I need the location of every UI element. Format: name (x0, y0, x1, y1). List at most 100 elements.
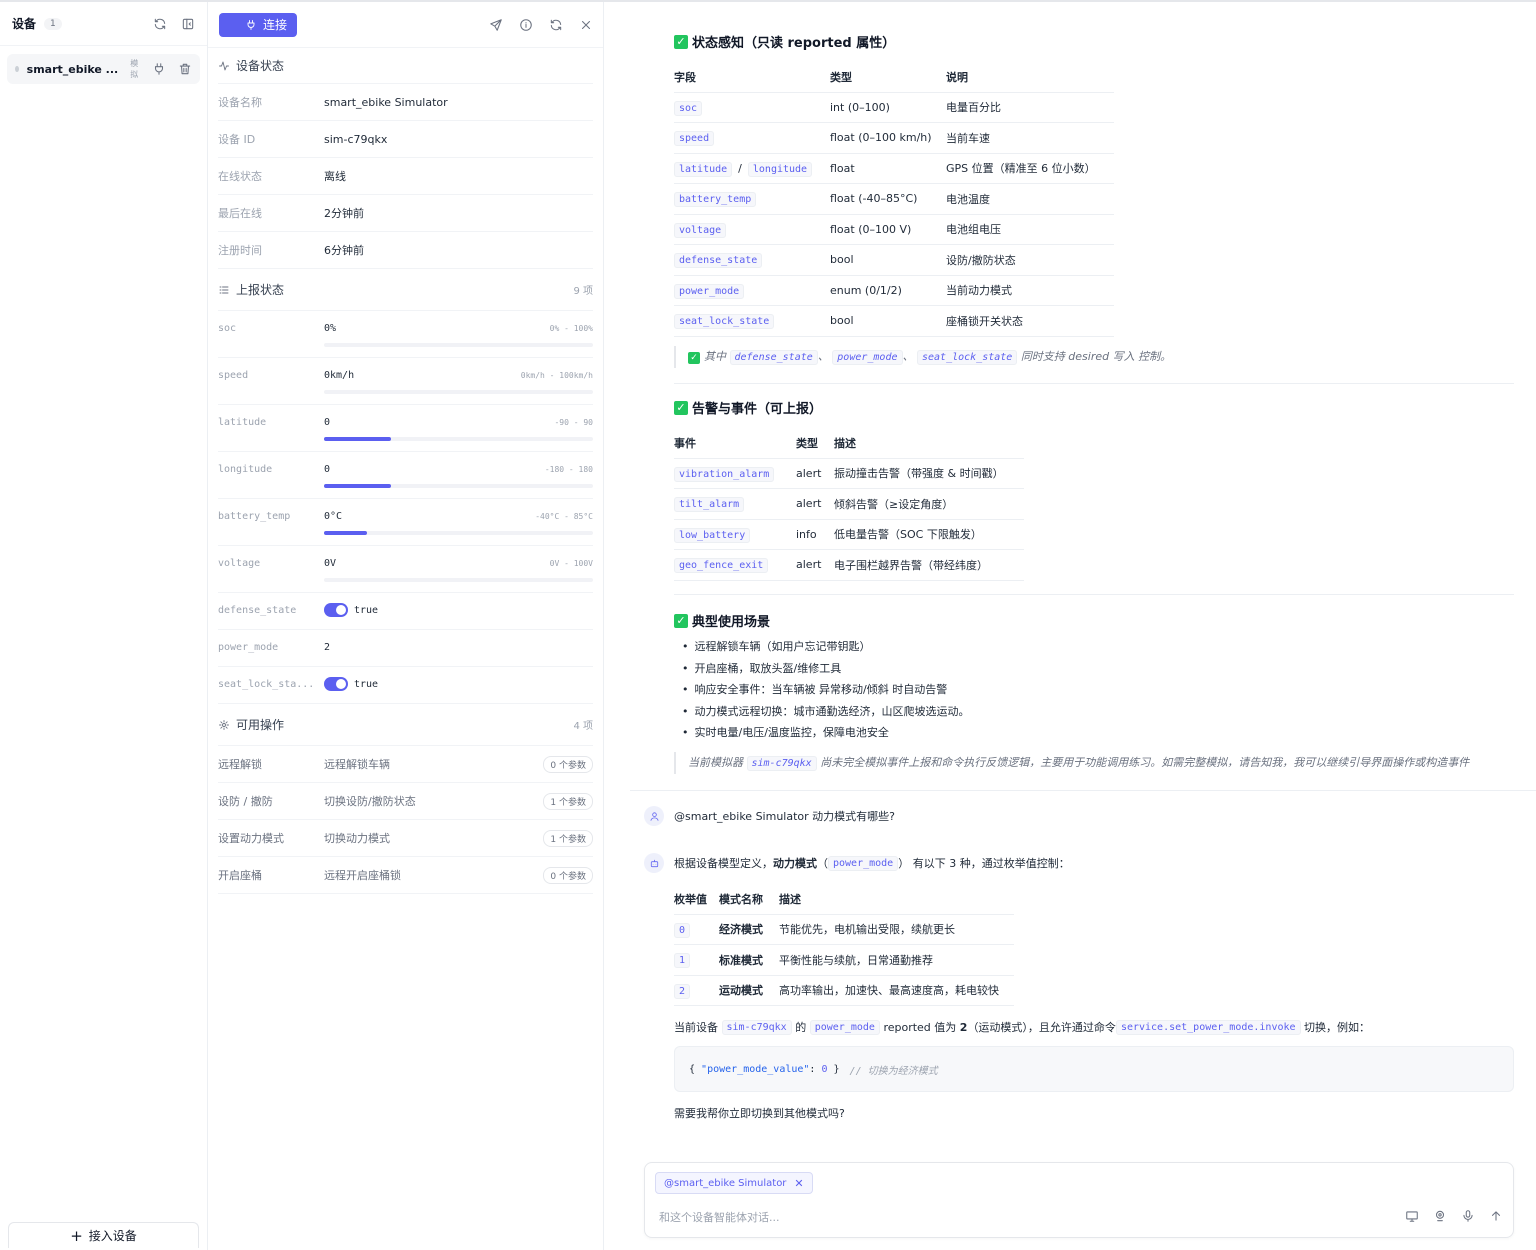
user-avatar (644, 806, 664, 826)
reported-range: 0V - 100V (549, 559, 593, 568)
trash-icon[interactable] (178, 62, 192, 76)
check-icon: ✓ (674, 400, 688, 415)
connect-button[interactable]: 连接 (219, 12, 298, 37)
type-cell: alert (796, 488, 834, 520)
list-icon (218, 284, 230, 296)
operation-row[interactable]: 设置动力模式 切换动力模式 1 个参数 (218, 820, 593, 857)
desc-cell: 振动撞击告警（带强度 & 时间戳） (834, 458, 1024, 489)
plug-icon[interactable] (152, 62, 166, 76)
operation-row[interactable]: 开启座桶 远程开启座桶锁 0 个参数 (218, 857, 593, 894)
inline-code: sim-c79qkx (746, 756, 817, 771)
use-case-list: 远程解锁车辆（如用户忘记带钥匙）开启座桶，取放头盔/维修工具响应安全事件：当车辆… (682, 636, 970, 744)
mention-chip[interactable]: @smart_ebike Simulator ✕ (655, 1172, 813, 1194)
device-list-item[interactable]: smart_ebike ... 模拟 (7, 54, 200, 84)
user-message: @smart_ebike Simulator 动力模式有哪些? (674, 810, 895, 823)
use-case-item: 响应安全事件：当车辆被 异常移动/倾斜 时自动告警 (682, 679, 970, 701)
assistant-avatar (644, 853, 664, 873)
gear-icon (218, 719, 230, 731)
add-device-button[interactable]: + 接入设备 (8, 1222, 199, 1248)
table-row: low_battery info 低电量告警（SOC 下限触发） (674, 519, 1024, 550)
remove-mention-icon[interactable]: ✕ (794, 1177, 803, 1190)
value-bar (324, 343, 593, 347)
field-code: soc (674, 100, 703, 116)
send-icon[interactable] (489, 18, 503, 32)
message-divider (630, 790, 1536, 791)
field-code: longitude (747, 161, 813, 177)
table-header-cell: 描述 (834, 428, 1024, 459)
table-row: geo_fence_exit alert 电子围栏越界告警（带经纬度） (674, 549, 1024, 581)
offline-status-dot (15, 66, 19, 72)
use-case-item: 动力模式远程切换：城市通勤选经济，山区爬坡选运动。 (682, 701, 970, 723)
event-cell: vibration_alarm (674, 458, 796, 489)
send-arrow-icon[interactable] (1489, 1209, 1503, 1223)
reply-text: reported 值为 (883, 1021, 957, 1034)
status-key: 注册时间 (218, 244, 262, 257)
field-cell: battery_temp (674, 183, 830, 215)
reply-text: ） 有以下 3 种，通过枚举值控制： (898, 857, 1070, 870)
table-header-cell: 枚举值 (674, 884, 719, 915)
section-divider (674, 594, 1514, 595)
refresh-icon[interactable] (153, 17, 167, 31)
desc-cell: 电子围栏越界告警（带经纬度） (834, 549, 1024, 581)
enum-cell: 1 (674, 944, 719, 976)
value-bar-fill (324, 484, 392, 488)
reported-row: seat_lock_sta... true (218, 667, 593, 704)
camera-icon[interactable] (1433, 1209, 1447, 1223)
microphone-icon[interactable] (1461, 1209, 1475, 1223)
reported-key: defense_state (218, 605, 297, 616)
table-row: soc int (0–100) 电量百分比 (674, 92, 1114, 123)
note-text: 同时支持 desired 写入 控制。 (1020, 350, 1172, 363)
event-code: geo_fence_exit (674, 558, 769, 574)
close-icon[interactable] (579, 18, 593, 32)
toggle-switch[interactable] (324, 677, 348, 691)
check-icon: ✓ (674, 613, 688, 628)
value-bar (324, 484, 593, 488)
user-icon (649, 811, 659, 821)
status-key: 设备 ID (218, 133, 256, 146)
info-icon[interactable] (519, 18, 533, 32)
device-sidebar: 设备 1 smart_ebike ... 模拟 + 接入设备 (0, 2, 208, 1250)
desc-cell: GPS 位置（精准至 6 位小数） (946, 153, 1114, 184)
field-cell: latitude / longitude (674, 153, 830, 184)
heading-text: 告警与事件（可上报） (692, 402, 823, 417)
reported-row: defense_state true (218, 593, 593, 630)
desc-cell: 低电量告警（SOC 下限触发） (834, 519, 1024, 550)
connect-label: 连接 (263, 18, 288, 32)
table-header-cell: 类型 (796, 428, 834, 459)
heading-text: 典型使用场景 (692, 615, 771, 630)
table-header-cell: 事件 (674, 428, 796, 459)
table-row: latitude / longitude float GPS 位置（精准至 6 位小数） (674, 153, 1114, 184)
field-cell: soc (674, 92, 830, 123)
table-header-cell: 字段 (674, 62, 830, 93)
status-value: 离线 (324, 170, 346, 183)
refresh-icon[interactable] (549, 18, 563, 32)
status-row: 最后在线 2分钟前 (218, 195, 593, 232)
simulator-note: 当前模拟器 sim-c79qkx 尚未完全模拟事件上报和命令执行反馈逻辑，主要用… (674, 752, 1514, 774)
operation-row[interactable]: 设防 / 撤防 切换设防/撤防状态 1 个参数 (218, 783, 593, 820)
desired-note: ✓ 其中 defense_state、 power_mode、 seat_lock… (674, 346, 1171, 368)
section-divider (674, 383, 1514, 384)
collapse-sidebar-icon[interactable] (181, 17, 195, 31)
input-toolbar (1391, 1209, 1503, 1223)
toggle-switch[interactable] (324, 603, 348, 617)
type-cell: enum (0/1/2) (830, 275, 946, 306)
table-row: seat_lock_state bool 座桶锁开关状态 (674, 305, 1114, 337)
app-window: 设备 1 smart_ebike ... 模拟 + 接入设备 连接 设备状态 设… (0, 0, 1536, 1250)
value-bar-fill (324, 531, 368, 535)
status-key: 设备名称 (218, 96, 262, 109)
table-header-cell: 说明 (946, 62, 1114, 93)
screen-icon[interactable] (1405, 1209, 1419, 1223)
reply-text: （运动模式），且允许通过命令 (967, 1021, 1116, 1034)
table-row: speed float (0–100 km/h) 当前车速 (674, 122, 1114, 154)
table-header-cell: 模式名称 (719, 884, 779, 915)
operation-name: 设防 / 撤防 (218, 795, 273, 808)
type-cell: info (796, 519, 834, 550)
reported-row: longitude 0 -180 - 180 (218, 452, 593, 499)
operation-name: 开启座桶 (218, 869, 262, 882)
chat-input-box[interactable]: @smart_ebike Simulator ✕ 和这个设备智能体对话... (644, 1162, 1514, 1238)
note-sep: 、 (817, 350, 829, 363)
operation-row[interactable]: 远程解锁 远程解锁车辆 0 个参数 (218, 746, 593, 783)
chat-input-field[interactable]: 和这个设备智能体对话... (659, 1209, 780, 1225)
desc-cell: 倾斜告警（≥设定角度） (834, 488, 1024, 520)
value-bar (324, 390, 593, 394)
